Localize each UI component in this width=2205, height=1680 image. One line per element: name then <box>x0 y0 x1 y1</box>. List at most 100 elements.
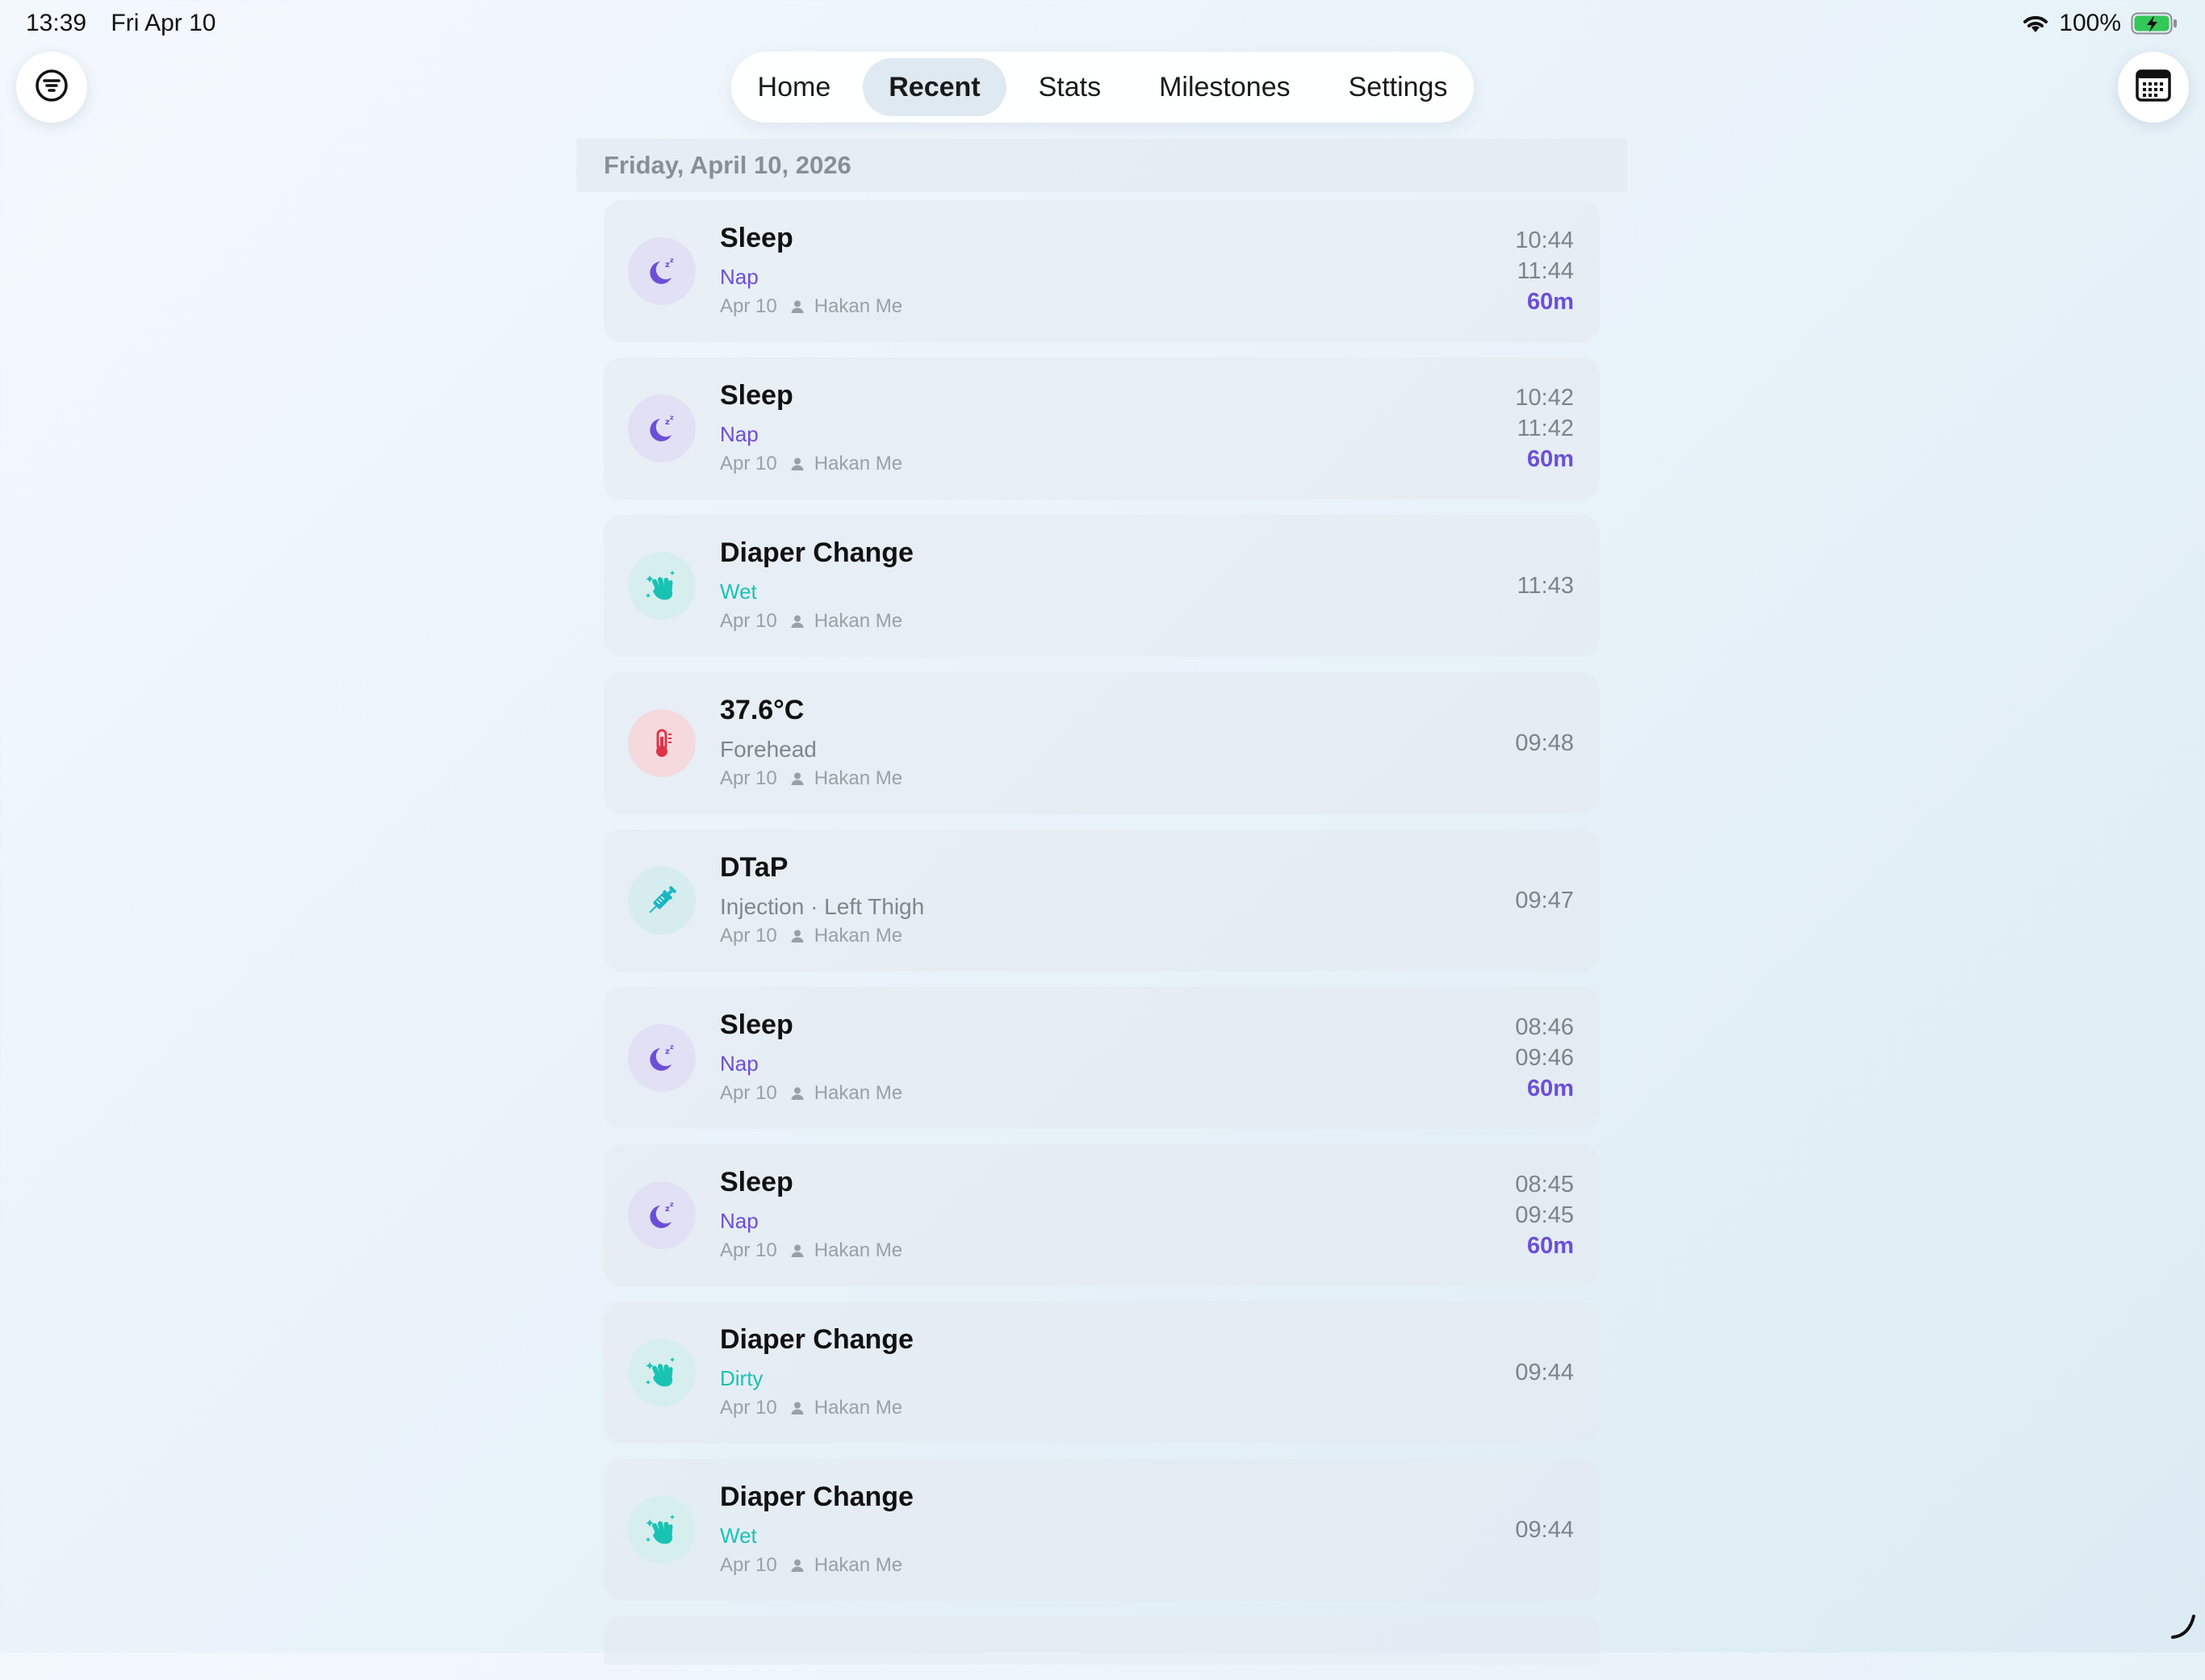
status-left: 13:39 Fri Apr 10 <box>26 10 233 37</box>
svg-text:z: z <box>670 414 674 421</box>
entry-end-time: 09:45 <box>1515 1202 1574 1228</box>
entry-subtitle: Nap <box>720 265 759 289</box>
tab-settings[interactable]: Settings <box>1323 58 1474 116</box>
entry-date: Apr 10 <box>720 295 777 317</box>
entry-row-temperature[interactable]: 37.6°C Forehead Apr 10 Hakan Me 09:48 <box>604 672 1600 814</box>
entry-title: Sleep <box>720 380 793 411</box>
entry-date: Apr 10 <box>720 453 777 474</box>
entry-row-sleep[interactable]: z z Sleep Nap Apr 10 Hakan Me 10:42 11:4… <box>604 357 1600 499</box>
entry-title: 37.6°C <box>720 695 805 725</box>
entry-date: Apr 10 <box>720 610 777 632</box>
person-icon <box>790 771 805 786</box>
entry-row-partial[interactable] <box>604 1616 1600 1665</box>
entry-user: Hakan Me <box>814 925 903 947</box>
entry-times: 10:42 11:42 60m <box>1515 357 1574 499</box>
entry-row-sleep[interactable]: z z Sleep Nap Apr 10 Hakan Me 08:45 09:4… <box>604 1144 1600 1286</box>
syringe-icon <box>628 867 696 934</box>
entry-times: 09:44 <box>1515 1302 1574 1444</box>
entry-user: Hakan Me <box>814 610 903 632</box>
corner-gesture-indicator <box>2169 1611 2199 1644</box>
entry-time: 09:47 <box>1515 888 1574 913</box>
tab-home[interactable]: Home <box>732 58 857 116</box>
entry-duration: 60m <box>1526 289 1574 315</box>
entry-row-vaccine[interactable]: DTaP Injection · Left Thigh Apr 10 Hakan… <box>604 830 1600 972</box>
filter-icon <box>34 68 69 107</box>
battery-charging-icon <box>2131 12 2178 35</box>
entry-user: Hakan Me <box>814 1397 903 1419</box>
entry-user: Hakan Me <box>814 767 903 789</box>
svg-text:z: z <box>670 1201 674 1208</box>
entry-subtitle: Wet <box>720 1523 757 1548</box>
entry-meta: Apr 10 Hakan Me <box>720 453 902 475</box>
entry-title: Sleep <box>720 1009 793 1040</box>
entry-subtitle: Injection · Left Thigh <box>720 894 925 919</box>
entry-row-sleep[interactable]: z z Sleep Nap Apr 10 Hakan Me 08:46 09:4… <box>604 987 1600 1129</box>
entry-times: 09:48 <box>1515 672 1574 814</box>
person-icon <box>790 299 805 314</box>
status-date: Fri Apr 10 <box>111 10 216 36</box>
tab-recent[interactable]: Recent <box>863 58 1006 116</box>
entry-row-diaper[interactable]: Diaper Change Wet Apr 10 Hakan Me 09:44 <box>604 1459 1600 1601</box>
entry-start-time: 10:44 <box>1515 228 1574 253</box>
entry-title: Diaper Change <box>720 1481 914 1512</box>
clean-hands-icon <box>628 1496 696 1564</box>
svg-text:z: z <box>670 1043 674 1051</box>
entry-user: Hakan Me <box>814 453 903 474</box>
entry-title: Diaper Change <box>720 537 914 568</box>
entry-date: Apr 10 <box>720 1397 777 1419</box>
filter-button[interactable] <box>16 52 87 123</box>
person-icon <box>790 929 805 943</box>
entry-user: Hakan Me <box>814 1082 903 1104</box>
entry-meta: Apr 10 Hakan Me <box>720 767 902 790</box>
moon-zzz-icon: z z <box>628 237 696 305</box>
moon-zzz-icon: z z <box>628 395 696 462</box>
entry-times: 10:44 11:44 60m <box>1515 200 1574 342</box>
tab-bar: Home Recent Stats Milestones Settings <box>731 52 1474 123</box>
entry-start-time: 08:46 <box>1515 1014 1574 1040</box>
person-icon <box>790 1243 805 1258</box>
calendar-icon <box>2135 68 2172 107</box>
person-icon <box>790 1401 805 1415</box>
entry-end-time: 11:44 <box>1517 258 1574 284</box>
thermometer-icon <box>628 709 696 777</box>
entry-row-diaper[interactable]: Diaper Change Dirty Apr 10 Hakan Me 09:4… <box>604 1302 1600 1444</box>
entry-duration: 60m <box>1526 1076 1574 1101</box>
entry-start-time: 10:42 <box>1515 385 1574 411</box>
entry-duration: 60m <box>1526 1233 1574 1259</box>
entry-subtitle: Wet <box>720 579 757 604</box>
entry-user: Hakan Me <box>814 1239 903 1261</box>
tab-milestones[interactable]: Milestones <box>1133 58 1316 116</box>
person-icon <box>790 1558 805 1573</box>
status-right: 100% <box>2022 10 2178 37</box>
entry-date: Apr 10 <box>720 1554 777 1576</box>
entry-subtitle: Nap <box>720 1209 759 1233</box>
entry-subtitle: Nap <box>720 422 759 446</box>
entry-subtitle: Dirty <box>720 1366 764 1390</box>
entry-duration: 60m <box>1526 446 1574 472</box>
person-icon <box>790 614 805 629</box>
svg-text:z: z <box>670 257 674 264</box>
entry-date: Apr 10 <box>720 1239 777 1261</box>
entry-times: 09:47 <box>1515 830 1574 972</box>
entry-title: DTaP <box>720 852 789 883</box>
entry-row-sleep[interactable]: z z Sleep Nap Apr 10 Hakan Me 10:44 11:4… <box>604 200 1600 342</box>
entry-time: 09:44 <box>1515 1360 1574 1385</box>
entry-row-diaper[interactable]: Diaper Change Wet Apr 10 Hakan Me 11:43 <box>604 515 1600 657</box>
tab-stats[interactable]: Stats <box>1013 58 1127 116</box>
entry-meta: Apr 10 Hakan Me <box>720 1239 902 1262</box>
wifi-icon <box>2022 13 2049 34</box>
entry-time: 11:43 <box>1517 573 1574 599</box>
calendar-button[interactable] <box>2118 52 2189 123</box>
entry-user: Hakan Me <box>814 1554 903 1576</box>
entry-end-time: 11:42 <box>1517 416 1574 441</box>
status-time: 13:39 <box>26 10 87 36</box>
person-icon <box>790 1086 805 1101</box>
entry-times: 08:45 09:45 60m <box>1515 1144 1574 1286</box>
moon-zzz-icon: z z <box>628 1024 696 1092</box>
entry-meta: Apr 10 Hakan Me <box>720 1397 902 1419</box>
recent-entries-list: z z Sleep Nap Apr 10 Hakan Me 10:44 11:4… <box>604 200 1600 1680</box>
clean-hands-icon <box>628 552 696 620</box>
entry-times: 11:43 <box>1517 515 1574 657</box>
entry-title: Sleep <box>720 223 793 253</box>
person-icon <box>790 457 805 471</box>
